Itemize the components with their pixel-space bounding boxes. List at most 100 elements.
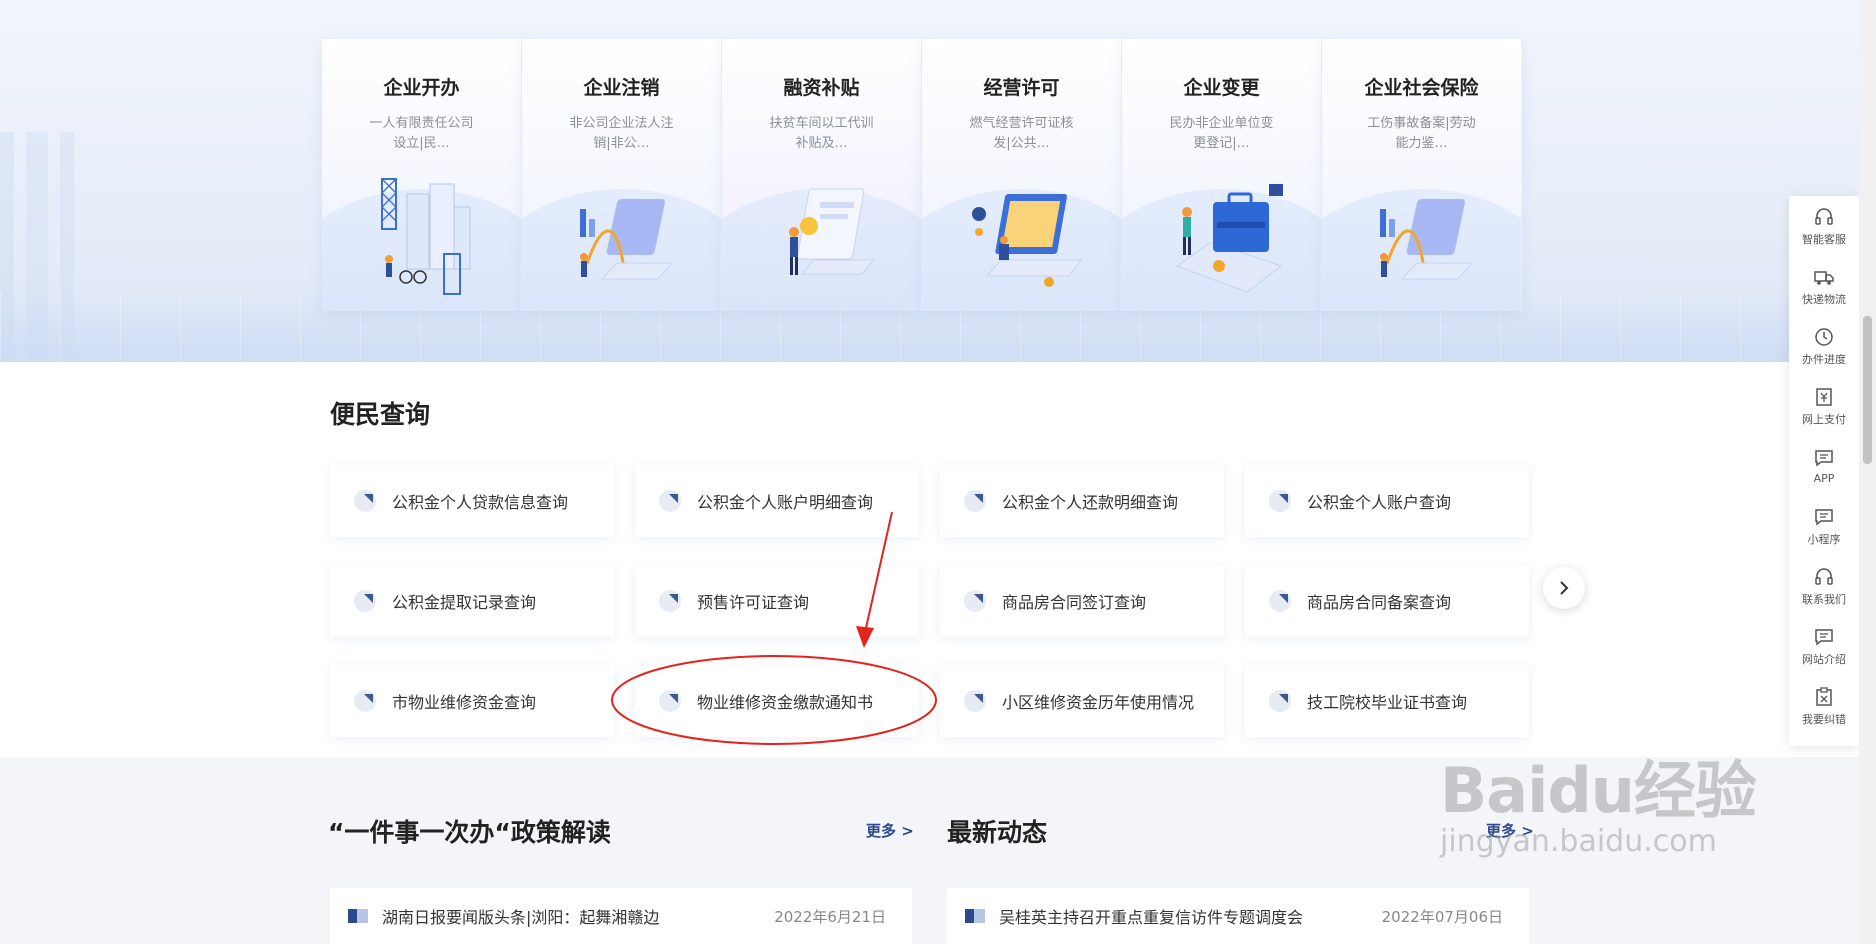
query-item-label: 商品房合同备案查询 bbox=[1307, 593, 1452, 612]
query-item[interactable]: 技工院校毕业证书查询 bbox=[1245, 665, 1529, 737]
query-item-icon bbox=[1269, 590, 1291, 612]
query-item-label: 公积金个人还款明细查询 bbox=[1002, 493, 1179, 512]
policy-more-link[interactable]: 更多 > bbox=[866, 820, 914, 841]
message-icon bbox=[1815, 450, 1833, 467]
laptop-chart-illustration-icon bbox=[522, 159, 721, 299]
query-item-label: 公积金个人账户查询 bbox=[1307, 493, 1452, 512]
briefcase-illustration-icon bbox=[1122, 159, 1321, 299]
scrollbar-thumb[interactable] bbox=[1863, 316, 1872, 464]
query-item[interactable]: 商品房合同备案查询 bbox=[1245, 565, 1529, 637]
policy-item-date: 2022年6月21日 bbox=[774, 907, 886, 926]
card-desc: 非公司企业法人注销|非公… bbox=[569, 116, 674, 151]
sidebar-item-smart-service[interactable]: 智能客服 bbox=[1789, 196, 1859, 256]
policy-section-title: “一件事一次办“政策解读 bbox=[328, 818, 611, 847]
card-title: 企业变更 bbox=[1183, 77, 1260, 99]
card-desc: 民办非企业单位变更登记|… bbox=[1169, 116, 1274, 151]
sidebar-item-label: 快递物流 bbox=[1802, 292, 1846, 306]
service-card-finance-subsidy[interactable]: 融资补贴 扶贫车间以工代训补贴及… bbox=[722, 39, 922, 311]
truck-icon bbox=[1814, 270, 1834, 285]
baidu-jingyan-watermark: Baidu经验 jingyan.baidu.com bbox=[1440, 740, 1780, 900]
laptop-dashboard-illustration-icon bbox=[922, 159, 1121, 299]
query-item-label: 技工院校毕业证书查询 bbox=[1307, 693, 1468, 712]
sidebar-item-contact[interactable]: 联系我们 bbox=[1789, 556, 1859, 616]
sidebar-item-site-intro[interactable]: 网站介绍 bbox=[1789, 616, 1859, 676]
sidebar-item-progress[interactable]: 办件进度 bbox=[1789, 316, 1859, 376]
message-icon bbox=[1815, 628, 1833, 645]
flag-icon bbox=[965, 909, 985, 923]
sidebar-item-mini-program[interactable]: 小程序 bbox=[1789, 496, 1859, 556]
service-card-business-license[interactable]: 经营许可 燃气经营许可证核发|公共… bbox=[922, 39, 1122, 311]
yuan-icon bbox=[1816, 387, 1832, 406]
query-item-icon bbox=[659, 590, 681, 612]
sidebar-item-label: APP bbox=[1813, 472, 1835, 485]
card-desc: 燃气经营许可证核发|公共… bbox=[969, 116, 1074, 151]
query-item-icon bbox=[659, 690, 681, 712]
page-scrollbar[interactable] bbox=[1859, 0, 1876, 944]
card-desc: 扶贫车间以工代训补贴及… bbox=[769, 116, 874, 151]
sidebar-item-express[interactable]: 快递物流 bbox=[1789, 256, 1859, 316]
headset-icon bbox=[1815, 567, 1833, 585]
query-item[interactable]: 市物业维修资金查询 bbox=[330, 665, 614, 737]
sidebar-item-label: 智能客服 bbox=[1802, 232, 1846, 246]
query-item-icon bbox=[964, 590, 986, 612]
query-item-label: 预售许可证查询 bbox=[697, 593, 810, 612]
sidebar-item-report-error[interactable]: 我要纠错 bbox=[1789, 676, 1859, 736]
card-desc: 一人有限责任公司设立|民… bbox=[369, 116, 474, 151]
query-item-icon bbox=[354, 490, 376, 512]
sidebar-item-app[interactable]: APP bbox=[1789, 436, 1859, 496]
news-item-date: 2022年07月06日 bbox=[1381, 907, 1503, 926]
service-card-social-insurance[interactable]: 企业社会保险 工伤事故备案|劳动能力鉴… bbox=[1322, 39, 1522, 311]
query-item[interactable]: 商品房合同签订查询 bbox=[940, 565, 1224, 637]
laptop-chart-illustration-icon bbox=[1322, 159, 1521, 299]
floating-sidebar: 智能客服 快递物流 办件进度 网上支付 APP 小程序 联系我们 网站介绍 我要… bbox=[1789, 196, 1859, 746]
query-item[interactable]: 公积金个人账户查询 bbox=[1245, 465, 1529, 537]
sidebar-item-label: 网上支付 bbox=[1802, 412, 1846, 426]
service-card-enterprise-change[interactable]: 企业变更 民办非企业单位变更登记|… bbox=[1122, 39, 1322, 311]
clipboard-icon bbox=[1816, 686, 1832, 706]
query-item-icon bbox=[354, 690, 376, 712]
query-item-icon bbox=[354, 590, 376, 612]
card-title: 经营许可 bbox=[983, 77, 1060, 99]
query-item[interactable]: 公积金个人贷款信息查询 bbox=[330, 465, 614, 537]
query-item-icon bbox=[1269, 490, 1291, 512]
policy-item-title: 湖南日报要闻版头条|浏阳：起舞湘赣边 bbox=[382, 908, 660, 927]
query-item[interactable]: 公积金个人还款明细查询 bbox=[940, 465, 1224, 537]
query-item-label: 商品房合同签订查询 bbox=[1002, 593, 1147, 612]
sidebar-item-label: 小程序 bbox=[1807, 532, 1841, 546]
next-page-button[interactable] bbox=[1543, 567, 1585, 609]
card-title: 融资补贴 bbox=[783, 77, 860, 99]
headset-icon bbox=[1815, 207, 1833, 225]
query-item[interactable]: 物业维修资金缴款通知书 bbox=[635, 665, 919, 737]
service-card-enterprise-open[interactable]: 企业开办 一人有限责任公司设立|民… bbox=[322, 39, 522, 311]
query-item-label: 市物业维修资金查询 bbox=[392, 693, 537, 712]
policy-list-item[interactable]: 湖南日报要闻版头条|浏阳：起舞湘赣边 2022年6月21日 bbox=[330, 888, 912, 944]
sidebar-item-label: 办件进度 bbox=[1802, 352, 1846, 366]
query-item-label: 公积金提取记录查询 bbox=[392, 593, 537, 612]
sidebar-item-label: 网站介绍 bbox=[1802, 652, 1846, 666]
news-section-title: 最新动态 bbox=[947, 818, 1048, 847]
watermark-main: Baidu经验 bbox=[1440, 754, 1757, 827]
query-item-label: 小区维修资金历年使用情况 bbox=[1002, 693, 1195, 712]
query-item-icon bbox=[1269, 690, 1291, 712]
query-item[interactable]: 公积金提取记录查询 bbox=[330, 565, 614, 637]
service-card-enterprise-cancel[interactable]: 企业注销 非公司企业法人注销|非公… bbox=[522, 39, 722, 311]
clock-icon bbox=[1815, 327, 1833, 346]
card-title: 企业注销 bbox=[583, 77, 660, 99]
query-item[interactable]: 公积金个人账户明细查询 bbox=[635, 465, 919, 537]
service-cards: 企业开办 一人有限责任公司设立|民… 企业注销 非公司企业法人注销|非公… 融资… bbox=[322, 39, 1538, 311]
query-item-label: 公积金个人账户明细查询 bbox=[697, 493, 874, 512]
query-item[interactable]: 预售许可证查询 bbox=[635, 565, 919, 637]
query-item-label: 物业维修资金缴款通知书 bbox=[697, 693, 874, 712]
news-item-title: 吴桂英主持召开重点重复信访件专题调度会 bbox=[999, 908, 1304, 927]
query-item[interactable]: 小区维修资金历年使用情况 bbox=[940, 665, 1224, 737]
sidebar-item-label: 我要纠错 bbox=[1802, 712, 1846, 726]
laptop-lightbulb-illustration-icon bbox=[722, 159, 921, 299]
chevron-right-icon bbox=[1560, 581, 1569, 595]
convenience-query-grid: 公积金个人贷款信息查询 公积金个人账户明细查询 公积金个人还款明细查询 公积金个… bbox=[330, 465, 1530, 737]
card-title: 企业社会保险 bbox=[1364, 77, 1479, 99]
sidebar-item-payment[interactable]: 网上支付 bbox=[1789, 376, 1859, 436]
convenience-section-title: 便民查询 bbox=[330, 400, 431, 429]
message-icon bbox=[1815, 508, 1833, 525]
card-title: 企业开办 bbox=[383, 77, 460, 99]
query-item-icon bbox=[964, 690, 986, 712]
